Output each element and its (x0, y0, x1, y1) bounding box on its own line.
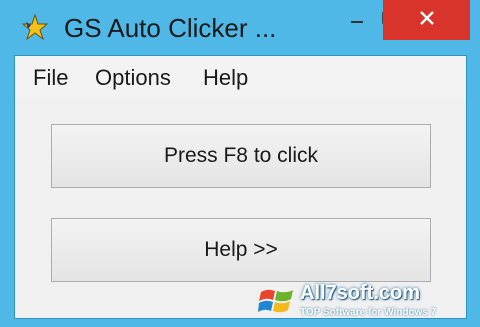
watermark: All7soft.com TOP Software for Windows 7 (256, 280, 480, 327)
close-icon (418, 9, 436, 32)
help-label: Help >> (204, 238, 278, 261)
window-title: GS Auto Clicker ... (64, 13, 277, 43)
title-bar[interactable]: GS Auto Clicker ... (0, 0, 480, 52)
close-button[interactable] (383, 0, 470, 40)
star-icon (21, 13, 49, 41)
windows-logo-icon (258, 284, 296, 318)
watermark-site: All7soft.com (300, 282, 421, 304)
watermark-tagline: TOP Software for Windows 7 (300, 307, 437, 318)
app-window: GS Auto Clicker ... File Options Help Pr… (0, 0, 480, 327)
menu-file[interactable]: File (33, 65, 68, 91)
help-button[interactable]: Help >> (51, 218, 431, 282)
press-f8-label: Press F8 to click (163, 144, 319, 167)
press-f8-button[interactable]: Press F8 to click (51, 124, 431, 188)
menu-help[interactable]: Help (203, 65, 248, 91)
menu-bar: File Options Help (15, 56, 466, 98)
minimize-icon (349, 10, 365, 31)
minimize-button[interactable] (340, 0, 374, 40)
menu-options[interactable]: Options (95, 65, 171, 91)
